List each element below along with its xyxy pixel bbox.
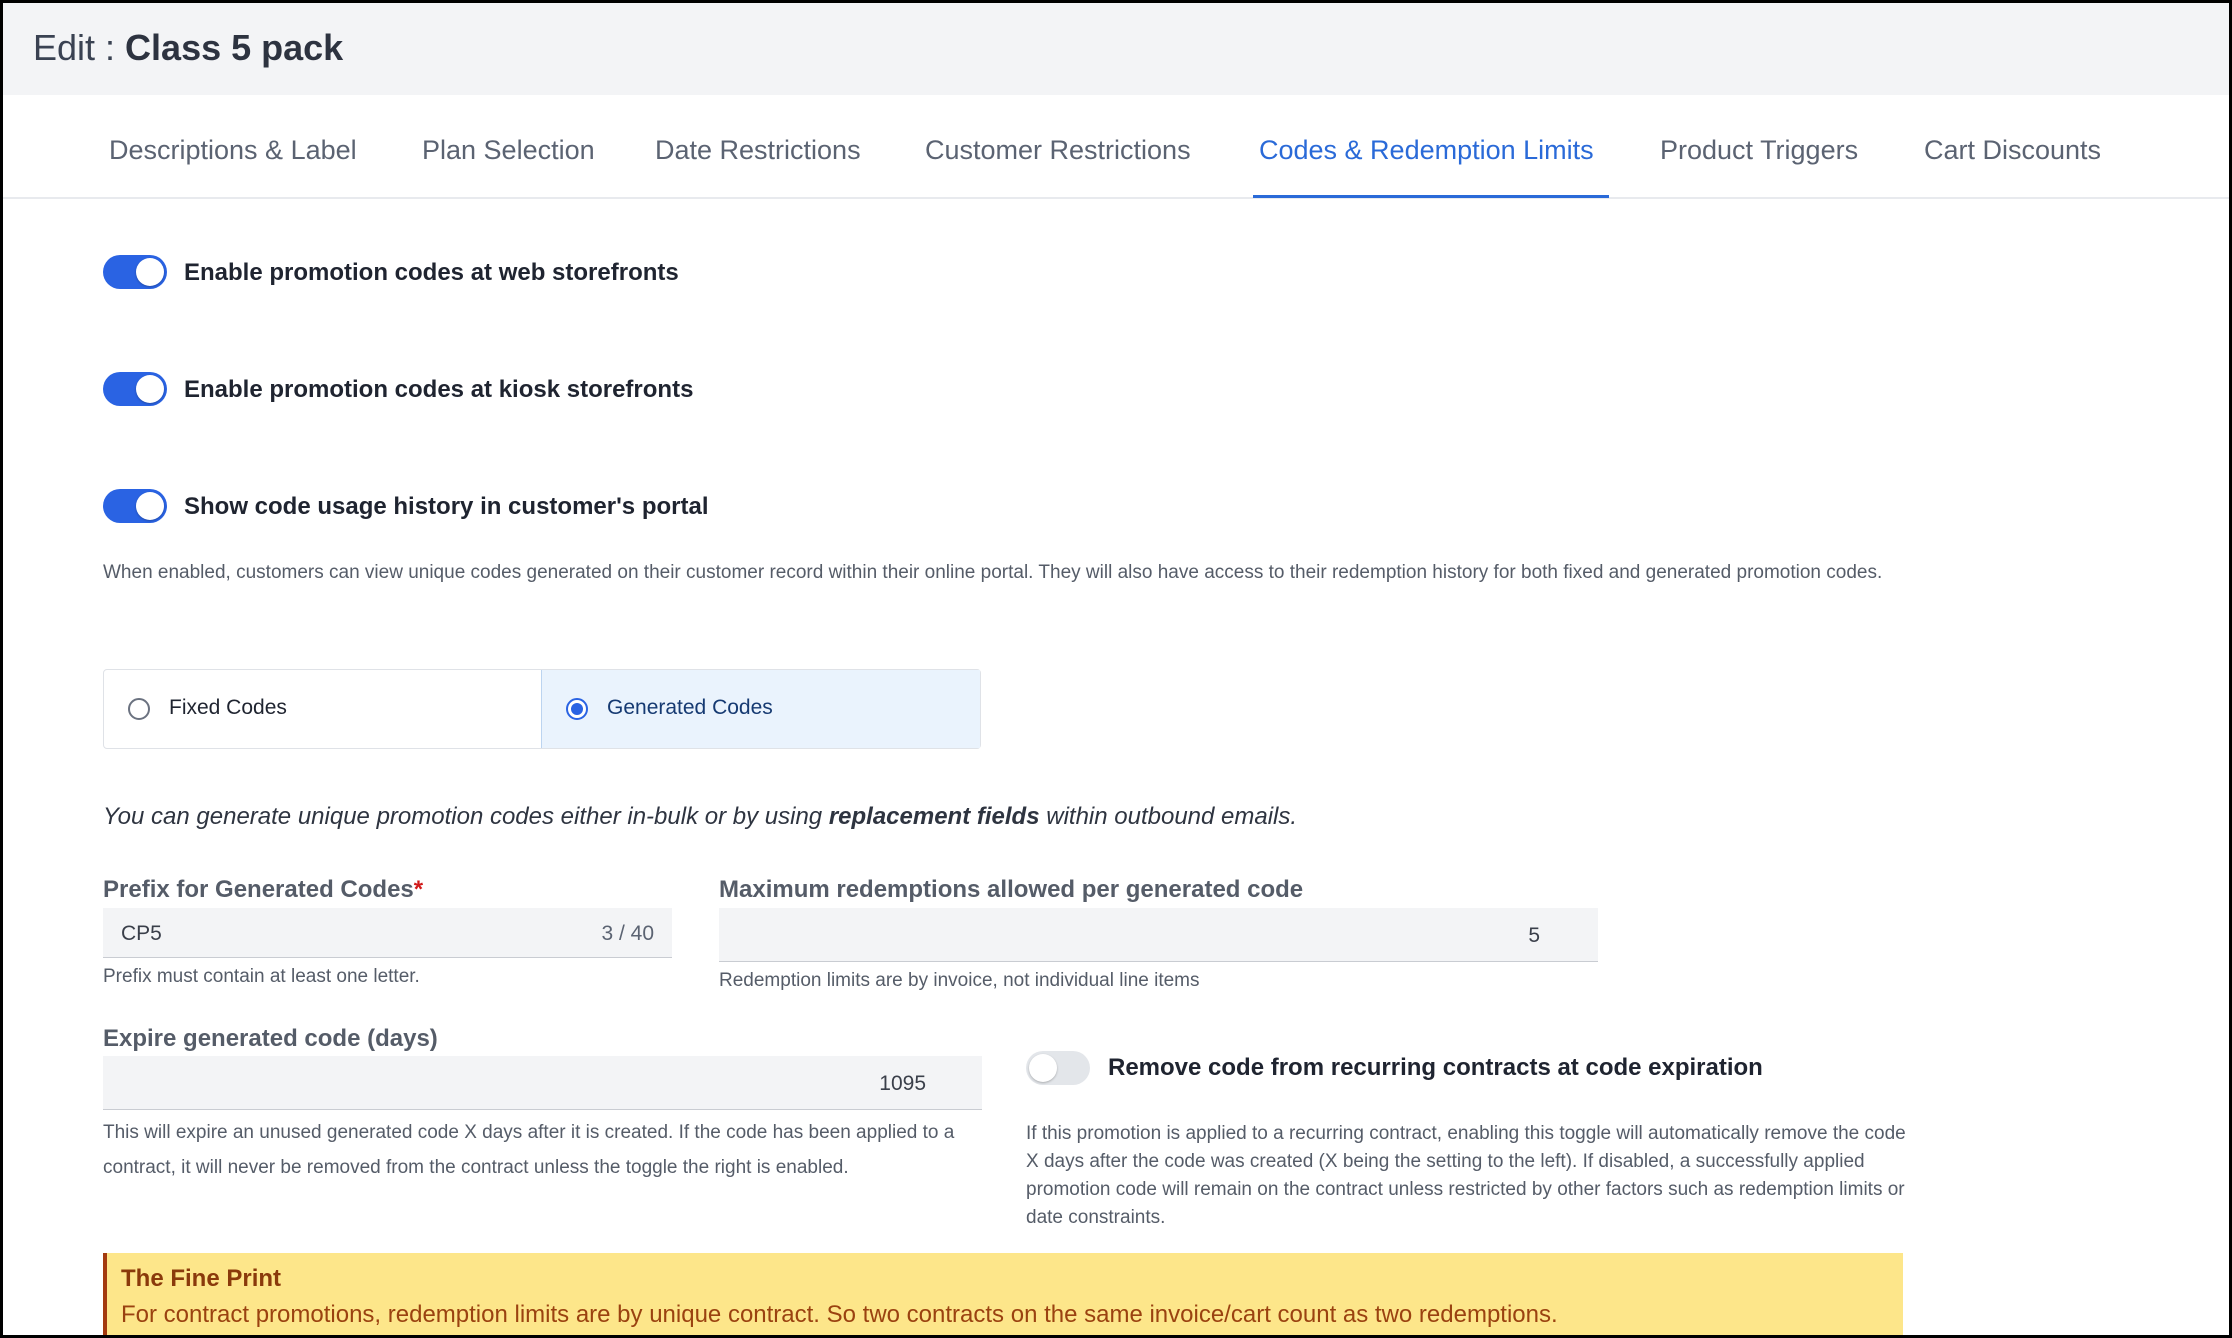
page-title: Edit : Class 5 pack (33, 27, 343, 69)
intro-text-end: within outbound emails. (1039, 803, 1298, 830)
tab-date-restrictions[interactable]: Date Restrictions (655, 135, 861, 166)
tab-product-triggers[interactable]: Product Triggers (1660, 135, 1858, 166)
tab-customer-restrictions[interactable]: Customer Restrictions (925, 135, 1191, 166)
prefix-input-value: CP5 (121, 922, 162, 945)
app-frame: Edit : Class 5 pack Descriptions & Label… (3, 3, 2229, 1335)
remove-on-expiration-toggle[interactable] (1026, 1051, 1090, 1085)
page-header: Edit : Class 5 pack (3, 3, 2229, 95)
toggle-knob (136, 258, 164, 286)
generated-codes-intro: You can generate unique promotion codes … (103, 803, 1297, 831)
tab-bar: Descriptions & Label Plan Selection Date… (3, 95, 2229, 199)
prefix-label-text: Prefix for Generated Codes (103, 876, 414, 903)
prefix-help: Prefix must contain at least one letter. (103, 966, 420, 987)
tab-plan-selection[interactable]: Plan Selection (422, 135, 595, 166)
web-storefront-toggle[interactable] (103, 255, 167, 289)
active-tab-indicator (1253, 195, 1609, 198)
usage-history-toggle-label: Show code usage history in customer's po… (184, 493, 709, 520)
expire-days-input[interactable]: 1095 (103, 1056, 982, 1110)
fixed-codes-label: Fixed Codes (169, 696, 287, 719)
toggle-knob (1029, 1054, 1057, 1082)
generated-codes-radio[interactable] (566, 698, 588, 720)
remove-on-expiration-help: If this promotion is applied to a recurr… (1026, 1123, 1906, 1228)
title-prefix: Edit : (33, 27, 126, 68)
expire-days-help: This will expire an unused generated cod… (103, 1122, 955, 1178)
intro-text-start: You can generate unique promotion codes … (103, 803, 829, 830)
expire-days-value: 1095 (879, 1072, 926, 1095)
prefix-char-counter: 3 / 40 (601, 922, 654, 945)
generated-codes-option[interactable]: Generated Codes (541, 670, 980, 748)
generated-codes-label: Generated Codes (607, 696, 773, 719)
remove-on-expiration-label: Remove code from recurring contracts at … (1108, 1054, 1763, 1081)
web-storefront-toggle-label: Enable promotion codes at web storefront… (184, 259, 679, 286)
usage-history-help: When enabled, customers can view unique … (103, 562, 1883, 583)
tab-codes-redemption-limits[interactable]: Codes & Redemption Limits (1259, 135, 1594, 166)
kiosk-storefront-toggle-label: Enable promotion codes at kiosk storefro… (184, 376, 694, 403)
max-redemptions-input[interactable]: 5 (719, 908, 1598, 962)
code-type-radio-group: Fixed Codes Generated Codes (103, 669, 981, 749)
toggle-knob (136, 375, 164, 403)
expire-days-label: Expire generated code (days) (103, 1025, 438, 1052)
toggle-knob (136, 492, 164, 520)
tab-cart-discounts[interactable]: Cart Discounts (1924, 135, 2101, 166)
required-asterisk: * (413, 876, 424, 903)
title-name: Class 5 pack (125, 27, 344, 68)
tab-descriptions[interactable]: Descriptions & Label (109, 135, 357, 166)
fine-print-callout: The Fine Print For contract promotions, … (103, 1253, 1903, 1335)
fixed-codes-radio[interactable] (128, 698, 150, 720)
replacement-fields-text: replacement fields (828, 803, 1040, 830)
fixed-codes-option[interactable]: Fixed Codes (104, 670, 541, 748)
kiosk-storefront-toggle[interactable] (103, 372, 167, 406)
prefix-input[interactable]: CP5 3 / 40 (103, 908, 672, 958)
prefix-field-label: Prefix for Generated Codes* (103, 876, 423, 904)
max-redemptions-help: Redemption limits are by invoice, not in… (719, 970, 1200, 991)
usage-history-toggle[interactable] (103, 489, 167, 523)
fine-print-body: For contract promotions, redemption limi… (121, 1301, 1558, 1328)
max-redemptions-label: Maximum redemptions allowed per generate… (719, 876, 1304, 903)
max-redemptions-value: 5 (1528, 924, 1540, 947)
fine-print-title: The Fine Print (121, 1265, 282, 1292)
